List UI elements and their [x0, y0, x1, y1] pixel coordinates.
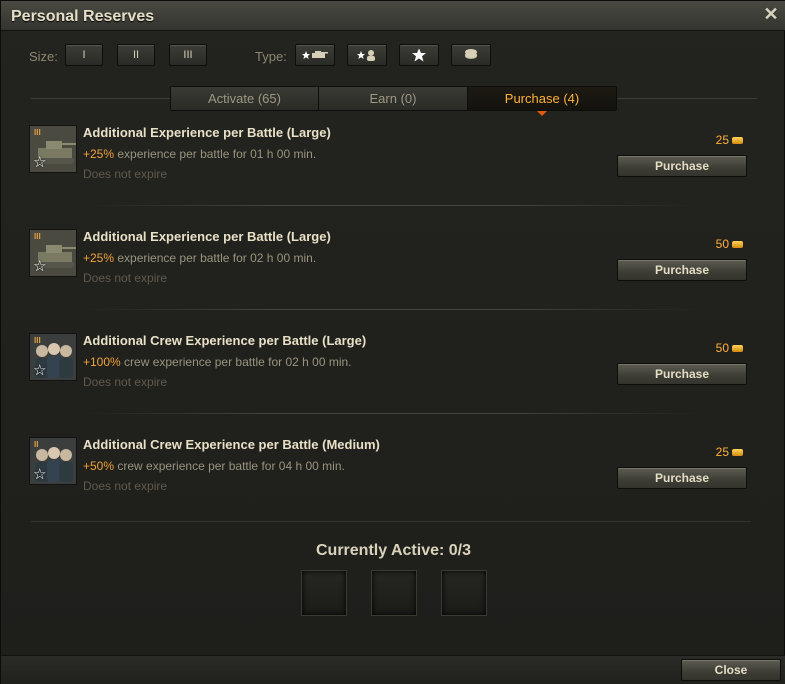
price-value: 50 — [715, 341, 729, 355]
price-value: 25 — [715, 445, 729, 459]
bonus-percent: +100% — [83, 355, 121, 369]
type-filter-tank[interactable] — [295, 44, 335, 66]
bonus-percent: +50% — [83, 459, 115, 473]
window-title: Personal Reserves — [11, 8, 155, 25]
price: 50 — [716, 341, 743, 355]
type-filter-credits[interactable] — [451, 44, 491, 66]
price: 25 — [716, 445, 743, 459]
crew-icon: III ☆ — [29, 333, 77, 381]
divider — [81, 413, 701, 414]
expire-status: Does not expire — [83, 167, 168, 181]
tab-purchase[interactable]: Purchase (4) — [468, 87, 616, 116]
level-badge: III — [34, 336, 41, 345]
crew-icon: II ☆ — [29, 437, 77, 485]
item-description: +50% crew experience per battle for 04 h… — [83, 459, 345, 473]
item-description: +100% crew experience per battle for 02 … — [83, 355, 352, 369]
item-title: Additional Crew Experience per Battle (M… — [83, 437, 380, 452]
item-description-text: experience per battle for 02 h 00 min. — [114, 251, 317, 265]
tab-activate[interactable]: Activate (65) — [171, 87, 319, 110]
purchase-button[interactable]: Purchase — [617, 155, 747, 177]
footer: Close — [1, 655, 785, 684]
title-bar: Personal Reserves ✕ — [1, 1, 785, 31]
size-filter-1[interactable]: I — [65, 44, 103, 66]
size-filter-2[interactable]: II — [117, 44, 155, 66]
purchase-button[interactable]: Purchase — [617, 363, 747, 385]
tank-icon: III ☆ — [29, 125, 77, 173]
divider — [31, 521, 751, 522]
price-value: 25 — [715, 133, 729, 147]
star-icon — [412, 48, 426, 62]
size-filter-3[interactable]: III — [169, 44, 207, 66]
divider — [81, 205, 701, 206]
star-icon: ☆ — [33, 258, 47, 275]
gold-icon — [732, 449, 743, 457]
gold-icon — [732, 241, 743, 249]
star-icon: ☆ — [33, 154, 47, 171]
expire-status: Does not expire — [83, 271, 168, 285]
star-icon: ☆ — [33, 466, 47, 483]
purchase-button[interactable]: Purchase — [617, 259, 747, 281]
tank-icon: III ☆ — [29, 229, 77, 277]
price: 50 — [716, 237, 743, 251]
bonus-percent: +25% — [83, 251, 115, 265]
filter-row: Size: I II III Type: — [1, 44, 785, 68]
reserve-item: III ☆ Additional Experience per Battle (… — [29, 125, 753, 225]
item-description-text: experience per battle for 01 h 00 min. — [114, 147, 317, 161]
price-value: 50 — [715, 237, 729, 251]
currently-active-title: Currently Active: 0/3 — [315, 542, 471, 559]
item-title: Additional Experience per Battle (Large) — [83, 125, 331, 140]
level-badge: II — [34, 440, 39, 449]
price: 25 — [716, 133, 743, 147]
item-description-text: crew experience per battle for 02 h 00 m… — [120, 355, 352, 369]
active-slot-2[interactable] — [371, 570, 417, 616]
item-description: +25% experience per battle for 01 h 00 m… — [83, 147, 316, 161]
active-slot-1[interactable] — [301, 570, 347, 616]
gold-icon — [732, 137, 743, 145]
level-badge: III — [34, 232, 41, 241]
item-title: Additional Crew Experience per Battle (L… — [83, 333, 367, 348]
expire-status: Does not expire — [83, 479, 168, 493]
expire-status: Does not expire — [83, 375, 168, 389]
type-filter-crew[interactable] — [347, 44, 387, 66]
star-icon: ☆ — [33, 362, 47, 379]
reserve-item: II ☆ Additional Crew Experience per Batt… — [29, 437, 753, 537]
item-title: Additional Experience per Battle (Large) — [83, 229, 331, 244]
divider — [81, 309, 701, 310]
crew-star-icon — [357, 50, 375, 61]
type-filter-label: Type: — [255, 49, 287, 64]
tab-earn[interactable]: Earn (0) — [319, 87, 468, 110]
active-slot-3[interactable] — [441, 570, 487, 616]
type-filter-star[interactable] — [399, 44, 439, 66]
size-filter-label: Size: — [29, 49, 58, 64]
bonus-percent: +25% — [83, 147, 115, 161]
reserve-item: III ☆ Additional Experience per Battle (… — [29, 229, 753, 329]
reserve-item: III ☆ Additional Crew Experience per Bat… — [29, 333, 753, 433]
level-badge: III — [34, 128, 41, 137]
tab-bar: Activate (65) Earn (0) Purchase (4) — [170, 86, 617, 116]
tab-line-left — [31, 98, 170, 99]
close-icon[interactable]: ✕ — [762, 5, 780, 23]
item-description: +25% experience per battle for 02 h 00 m… — [83, 251, 316, 265]
item-description-text: crew experience per battle for 04 h 00 m… — [114, 459, 345, 473]
gold-icon — [732, 345, 743, 353]
close-button[interactable]: Close — [681, 659, 781, 681]
tab-line-right — [617, 98, 757, 99]
coins-icon — [465, 49, 477, 59]
personal-reserves-window: Personal Reserves ✕ Size: I II III Type: — [0, 0, 785, 684]
tank-star-icon — [302, 51, 328, 59]
purchase-button[interactable]: Purchase — [617, 467, 747, 489]
